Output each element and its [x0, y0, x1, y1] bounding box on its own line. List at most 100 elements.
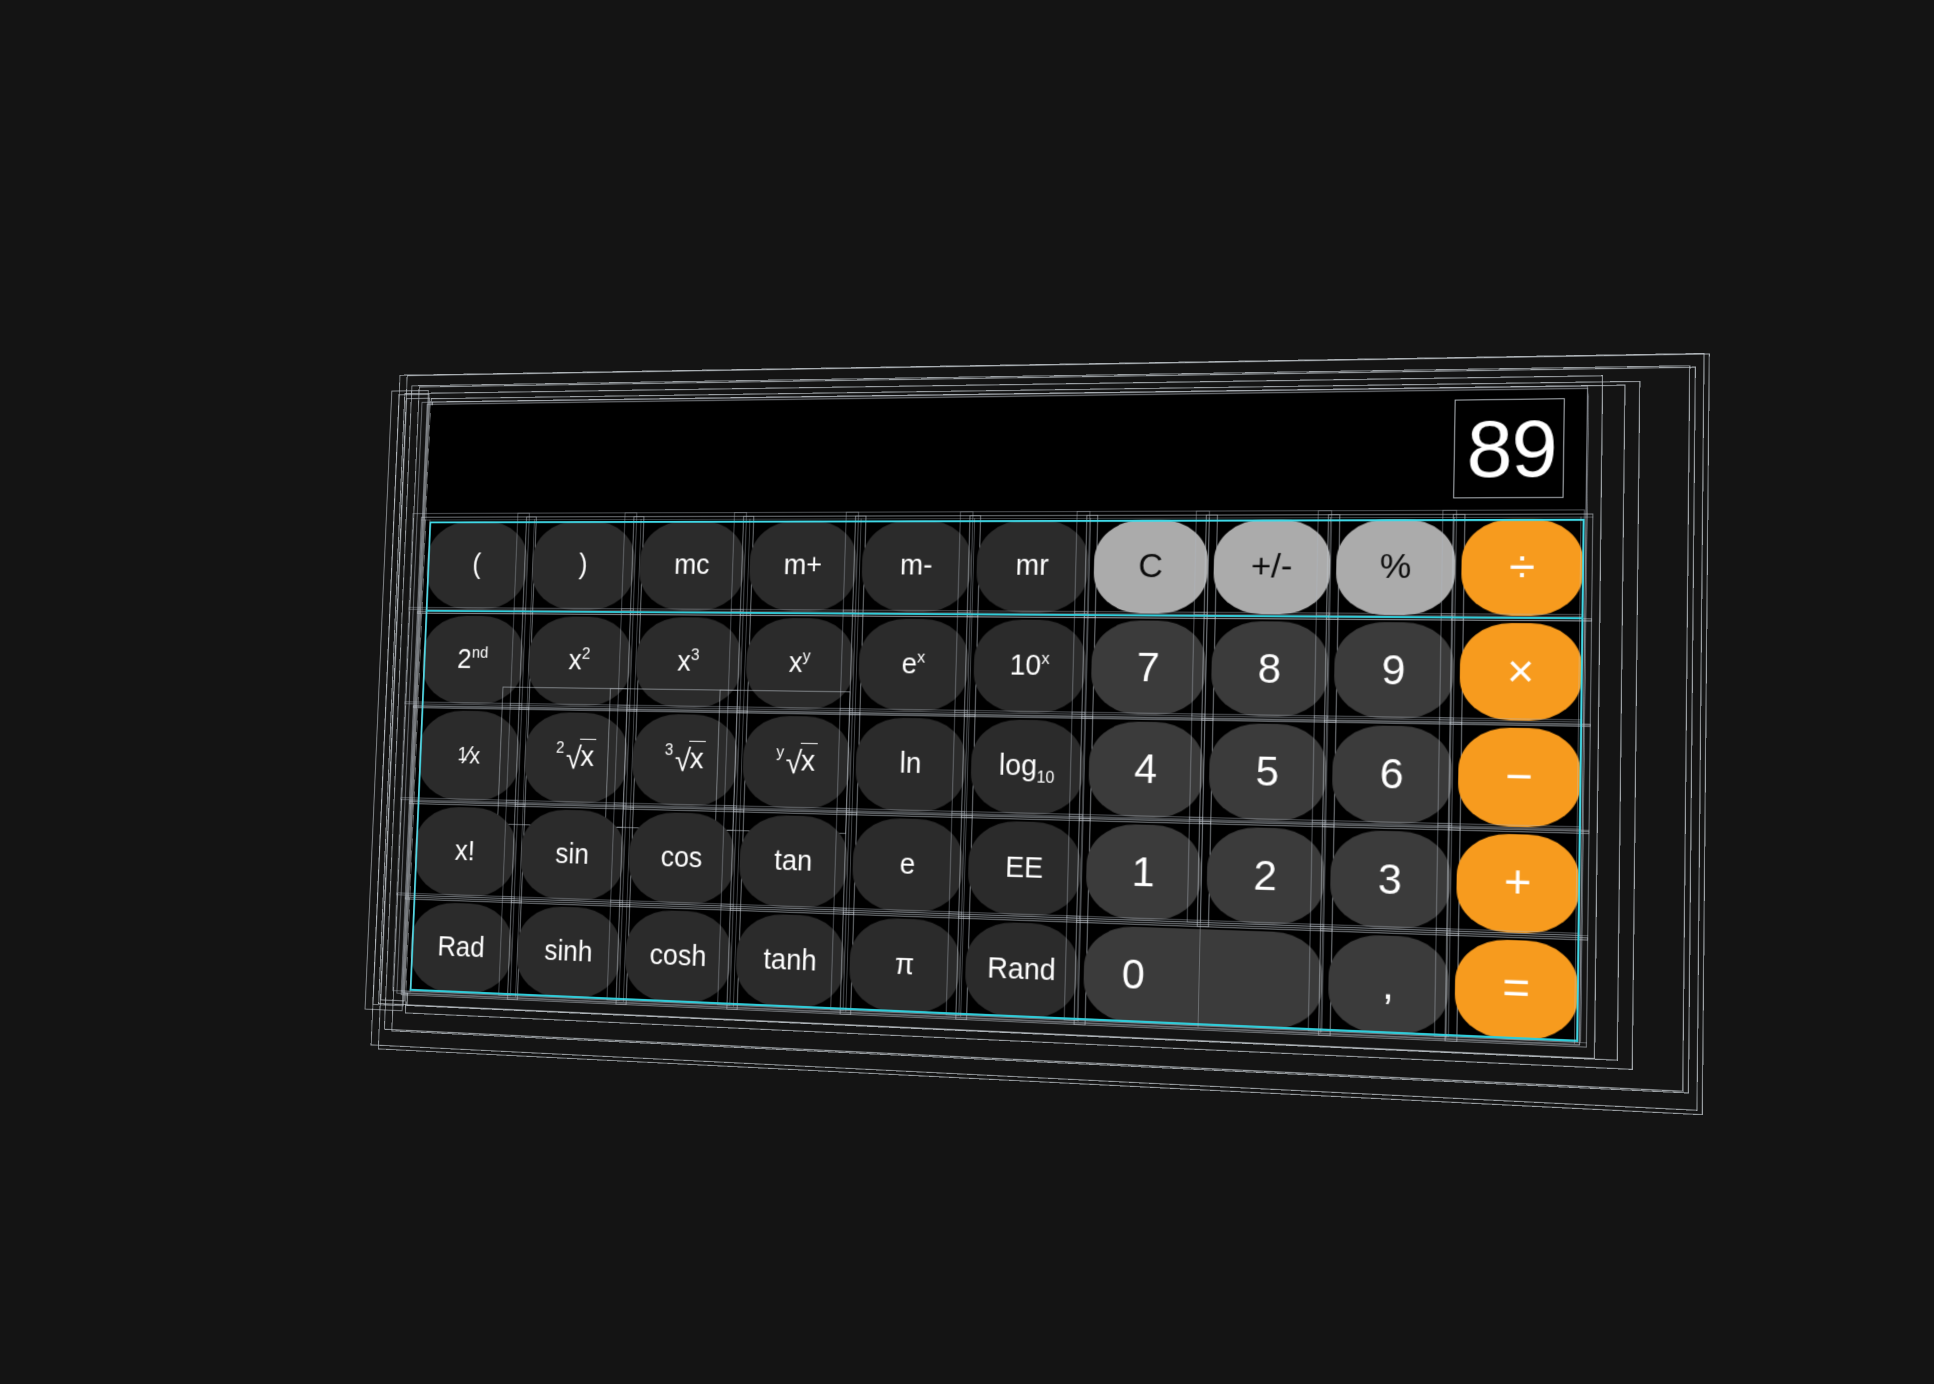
key-0[interactable]: 0: [1063, 915, 1325, 1032]
key-label: cosh: [649, 939, 707, 973]
key-5[interactable]: 5: [1188, 713, 1329, 823]
key-bounds-wireframe: [954, 610, 1088, 716]
key-1-over-x[interactable]: 1 ⁄ x: [400, 701, 523, 803]
key-label: =: [1501, 962, 1531, 1016]
key-label: +: [1503, 856, 1532, 910]
key-label: 2: [1253, 850, 1278, 900]
key-2[interactable]: 2: [1186, 816, 1327, 928]
key-bounds-wireframe: [1071, 611, 1208, 718]
key-label: e: [899, 848, 916, 881]
key-label: 0: [1121, 949, 1146, 999]
key-tan[interactable]: tan: [720, 804, 850, 911]
key-bounds-wireframe: [1437, 717, 1583, 830]
key-4[interactable]: 4: [1068, 711, 1206, 820]
key-equals[interactable]: =: [1433, 927, 1580, 1044]
key-label: 7: [1136, 643, 1161, 691]
key-pi[interactable]: π: [830, 907, 963, 1016]
key-label: ÷: [1508, 541, 1536, 593]
key-label: %: [1379, 547, 1412, 587]
key-label: 8: [1257, 645, 1282, 693]
radical-glyph: 2x: [555, 739, 597, 777]
key-ex[interactable]: ex: [839, 609, 971, 714]
key-6[interactable]: 6: [1311, 715, 1454, 826]
key-ee[interactable]: EE: [948, 810, 1083, 919]
key-label: 2nd: [456, 643, 489, 675]
key-close-paren[interactable]: ): [513, 512, 638, 612]
key-mc[interactable]: mc: [620, 511, 748, 613]
key-ln[interactable]: ln: [836, 708, 968, 814]
key-label: ): [578, 549, 589, 581]
key-cos[interactable]: cos: [610, 801, 738, 907]
key-minus[interactable]: −: [1437, 717, 1583, 830]
key-x-factorial[interactable]: x!: [396, 796, 519, 900]
radical-glyph: 3x: [664, 741, 707, 780]
key-label: EE: [1004, 851, 1044, 885]
key-label: m+: [783, 549, 823, 582]
key-label: ×: [1506, 645, 1535, 698]
key-tanh[interactable]: tanh: [717, 903, 847, 1011]
key-label: Rad: [436, 931, 486, 964]
key-mr[interactable]: mr: [957, 510, 1091, 615]
keypad-grid[interactable]: () mc m+ m-mr C +/-% ÷ 2nd x2 x3 xy ex 10x 7 8 9 × 1⁄x 2x 3…: [392, 509, 1587, 1045]
key-3rootx[interactable]: 3x: [604, 688, 741, 831]
key-mplus[interactable]: m+: [730, 511, 860, 613]
key-label: +/-: [1250, 547, 1293, 586]
key-bounds-wireframe: [1186, 816, 1327, 928]
key-label: x!: [454, 835, 476, 867]
key-label: 4: [1133, 745, 1158, 793]
key-percent[interactable]: %: [1315, 509, 1458, 617]
key-cosh[interactable]: cosh: [606, 899, 734, 1006]
key-sin[interactable]: sin: [502, 799, 627, 903]
key-bounds-wireframe: [1074, 510, 1210, 616]
key-comma[interactable]: ,: [1307, 923, 1451, 1038]
key-multiply[interactable]: ×: [1439, 613, 1584, 723]
key-label: cos: [660, 841, 703, 874]
key-rad[interactable]: Rad: [392, 892, 515, 997]
key-bounds-wireframe: [945, 911, 1081, 1022]
key-label: log10: [998, 750, 1055, 788]
key-9[interactable]: 9: [1313, 612, 1456, 721]
key-sinh[interactable]: sinh: [498, 895, 624, 1001]
display-value: 89: [1466, 402, 1558, 495]
key-7[interactable]: 7: [1071, 611, 1208, 718]
key-label: xy: [788, 647, 811, 680]
key-yrootx[interactable]: yx: [714, 689, 853, 834]
key-open-paren[interactable]: (: [408, 512, 530, 611]
key-divide[interactable]: ÷: [1440, 509, 1585, 618]
key-bounds-wireframe: [957, 510, 1091, 615]
key-c[interactable]: C: [1074, 510, 1210, 616]
key-label: C: [1137, 547, 1164, 586]
key-sign-toggle[interactable]: +/-: [1193, 510, 1333, 616]
key-m-[interactable]: m-: [842, 511, 974, 614]
key-label: x2: [568, 645, 591, 677]
display-panel: 89: [426, 389, 1589, 516]
key-bounds-wireframe: [1315, 509, 1458, 617]
key-label: tan: [773, 844, 813, 878]
key-label: 6: [1379, 750, 1405, 799]
key-2nd[interactable]: 2nd: [404, 607, 527, 707]
key-2rootx[interactable]: 2x: [497, 686, 631, 828]
key-bounds-wireframe: [1193, 510, 1333, 616]
key-bounds-wireframe: [1433, 927, 1580, 1044]
key-label: x3: [676, 646, 700, 678]
key-bounds-wireframe: [1440, 509, 1585, 618]
key-bounds-wireframe: [408, 512, 530, 611]
key-plus[interactable]: +: [1435, 822, 1582, 936]
key-log10[interactable]: log10: [951, 710, 1086, 817]
key-bounds-wireframe: [1307, 923, 1451, 1038]
key-10x[interactable]: 10x: [954, 610, 1088, 716]
key-1[interactable]: 1: [1066, 813, 1204, 923]
key-3[interactable]: 3: [1309, 819, 1453, 932]
key-x3[interactable]: x3: [617, 608, 744, 710]
key-label: ,: [1381, 959, 1395, 1009]
key-x2[interactable]: x2: [509, 607, 634, 709]
key-8[interactable]: 8: [1191, 611, 1331, 719]
key-label: 1 ⁄ x: [457, 740, 481, 770]
canvas-background: 89 () mc m+ m-mr C +/-% ÷ 2nd x2 x3 xy ex 10x 7 8 9 × 1 ⁄ x…: [0, 0, 1934, 1384]
key-rand[interactable]: Rand: [945, 911, 1081, 1022]
key-label: sinh: [543, 935, 594, 969]
key-e[interactable]: e: [833, 807, 966, 915]
key-xy[interactable]: xy: [727, 609, 857, 712]
key-label: (: [471, 549, 482, 581]
key-label: 5: [1255, 747, 1280, 796]
